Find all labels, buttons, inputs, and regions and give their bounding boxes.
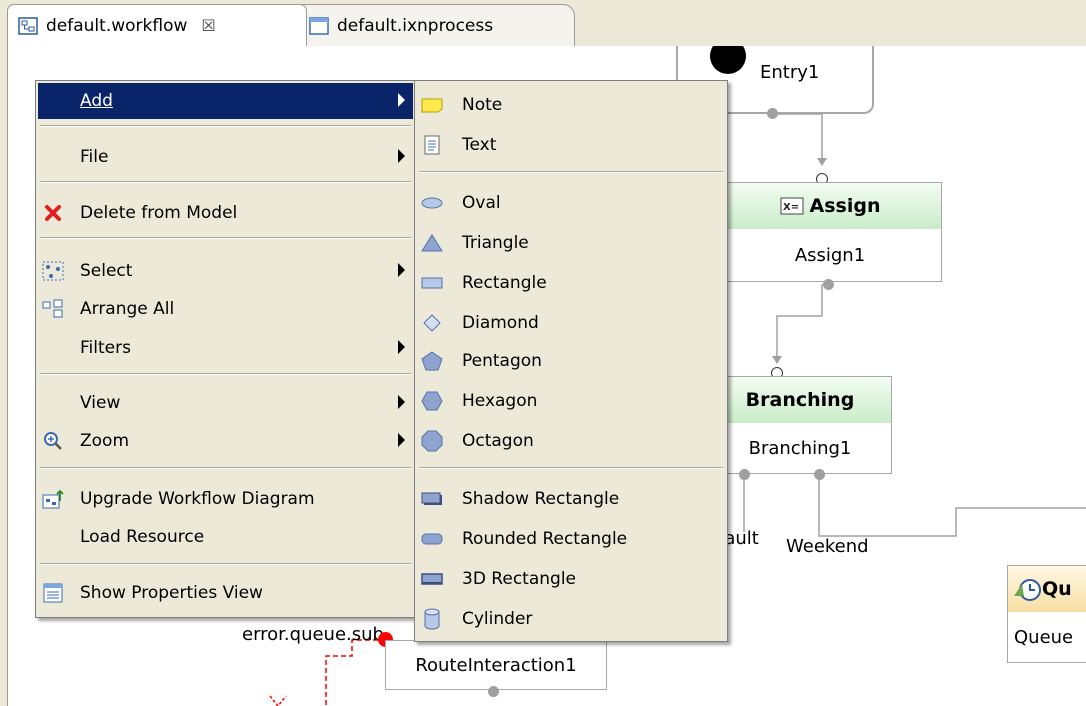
- connector-dot: [767, 108, 778, 119]
- menu-separator: [40, 237, 411, 239]
- queue-node-label: Queue: [1014, 626, 1074, 648]
- connector-dot: [488, 686, 499, 697]
- upgrade-diagram-icon: [42, 489, 64, 509]
- text-icon: [421, 135, 443, 155]
- arrange-all-icon: [42, 299, 64, 319]
- triangle-icon: [421, 233, 443, 253]
- rounded-rectangle-icon: [421, 529, 443, 549]
- submenu-item-cylinder[interactable]: Cylinder: [417, 601, 725, 637]
- pentagon-icon: [421, 351, 443, 371]
- 3d-rectangle-icon: [421, 569, 443, 589]
- assign-title: Assign: [809, 195, 881, 217]
- assign-icon: X=: [780, 197, 804, 215]
- branching-node-header: Branching: [709, 377, 891, 423]
- editor-tab-bar: default.ixnprocess default.workflow ☒: [0, 0, 1086, 46]
- queue-title: Qu: [1042, 578, 1072, 600]
- menu-separator: [40, 125, 411, 127]
- queue-node[interactable]: Qu Queue: [1007, 565, 1086, 663]
- menu-item-arrange-all[interactable]: Arrange All: [38, 291, 413, 327]
- assign-node-header: X= Assign: [719, 183, 941, 229]
- weekend-edge-label: Weekend: [786, 536, 869, 557]
- submenu-item-rectangle[interactable]: Rectangle: [417, 265, 725, 301]
- submenu-item-text[interactable]: Text: [417, 127, 725, 163]
- tab-default-workflow[interactable]: default.workflow ☒: [7, 4, 307, 46]
- entry-start-circle: [710, 46, 746, 74]
- menu-item-zoom[interactable]: Zoom: [38, 423, 413, 459]
- connector-dot: [739, 469, 750, 480]
- submenu-arrow-icon: [398, 340, 405, 354]
- note-icon: [421, 95, 443, 115]
- menu-separator: [40, 467, 411, 469]
- error-queue-label: error.queue.sub: [242, 624, 384, 645]
- connector-dot: [814, 469, 825, 480]
- menu-separator: [40, 181, 411, 183]
- branching-node[interactable]: Branching Branching1: [708, 376, 892, 474]
- diamond-icon: [421, 313, 443, 333]
- submenu-arrow-icon: [398, 263, 405, 277]
- tab-label: default.workflow: [46, 15, 188, 36]
- menu-item-file[interactable]: File: [38, 139, 413, 175]
- menu-separator: [419, 171, 723, 173]
- oval-icon: [421, 193, 443, 213]
- red-x-delete-icon: [42, 203, 64, 223]
- branching-title: Branching: [745, 389, 855, 411]
- entry-label: Entry1: [760, 62, 820, 83]
- submenu-item-diamond[interactable]: Diamond: [417, 305, 725, 341]
- properties-view-icon: [42, 583, 64, 603]
- connector-dot: [823, 279, 834, 290]
- hexagon-icon: [421, 391, 443, 411]
- menu-separator: [40, 373, 411, 375]
- assign-node[interactable]: X= Assign Assign1: [718, 182, 942, 282]
- close-tab-button[interactable]: ☒: [201, 16, 215, 35]
- menu-item-upgrade-workflow-diagram[interactable]: Upgrade Workflow Diagram: [38, 481, 413, 517]
- route-interaction-node[interactable]: RouteInteraction1: [385, 640, 607, 690]
- submenu-arrow-icon: [398, 433, 405, 447]
- menu-separator: [40, 563, 411, 565]
- submenu-item-note[interactable]: Note: [417, 87, 725, 123]
- octagon-icon: [421, 430, 443, 452]
- submenu-item-shadow-rectangle[interactable]: Shadow Rectangle: [417, 481, 725, 517]
- submenu-item-3d-rectangle[interactable]: 3D Rectangle: [417, 561, 725, 597]
- submenu-item-oval[interactable]: Oval: [417, 185, 725, 221]
- process-file-icon: [309, 16, 329, 35]
- submenu-item-rounded-rectangle[interactable]: Rounded Rectangle: [417, 521, 725, 557]
- submenu-item-pentagon[interactable]: Pentagon: [417, 343, 725, 379]
- menu-item-add[interactable]: Add: [38, 83, 413, 119]
- tab-label: default.ixnprocess: [337, 15, 494, 36]
- tab-default-ixnprocess[interactable]: default.ixnprocess: [295, 4, 575, 46]
- menu-item-filters[interactable]: Filters: [38, 330, 413, 366]
- branching-node-label: Branching1: [748, 437, 852, 459]
- submenu-arrow-icon: [398, 395, 405, 409]
- menu-item-select[interactable]: Select: [38, 253, 413, 289]
- assign-node-label: Assign1: [794, 244, 866, 266]
- queue-node-header: Qu: [1008, 566, 1086, 612]
- route-interaction-label: RouteInteraction1: [415, 654, 577, 676]
- add-submenu: Note Text Oval Triangle Rectangle Diamon…: [414, 80, 728, 642]
- submenu-item-octagon[interactable]: Octagon: [417, 423, 725, 459]
- select-nodes-icon: [42, 261, 64, 281]
- rectangle-icon: [421, 273, 443, 293]
- menu-item-delete-from-model[interactable]: Delete from Model: [38, 195, 413, 231]
- svg-text:X=: X=: [783, 202, 799, 213]
- shadow-rectangle-icon: [421, 489, 443, 509]
- workflow-diagram-icon: [18, 16, 38, 35]
- queue-clock-icon: [1014, 579, 1041, 601]
- submenu-arrow-icon: [398, 93, 405, 107]
- context-menu: Add File Delete from Model Select Arrang…: [35, 80, 416, 618]
- submenu-arrow-icon: [398, 149, 405, 163]
- menu-item-load-resource[interactable]: Load Resource: [38, 519, 413, 555]
- submenu-item-triangle[interactable]: Triangle: [417, 225, 725, 261]
- menu-item-show-properties-view[interactable]: Show Properties View: [38, 575, 413, 611]
- zoom-magnifier-icon: [42, 431, 64, 451]
- cylinder-icon: [421, 608, 443, 630]
- submenu-item-hexagon[interactable]: Hexagon: [417, 383, 725, 419]
- menu-separator: [419, 467, 723, 469]
- menu-item-view[interactable]: View: [38, 385, 413, 421]
